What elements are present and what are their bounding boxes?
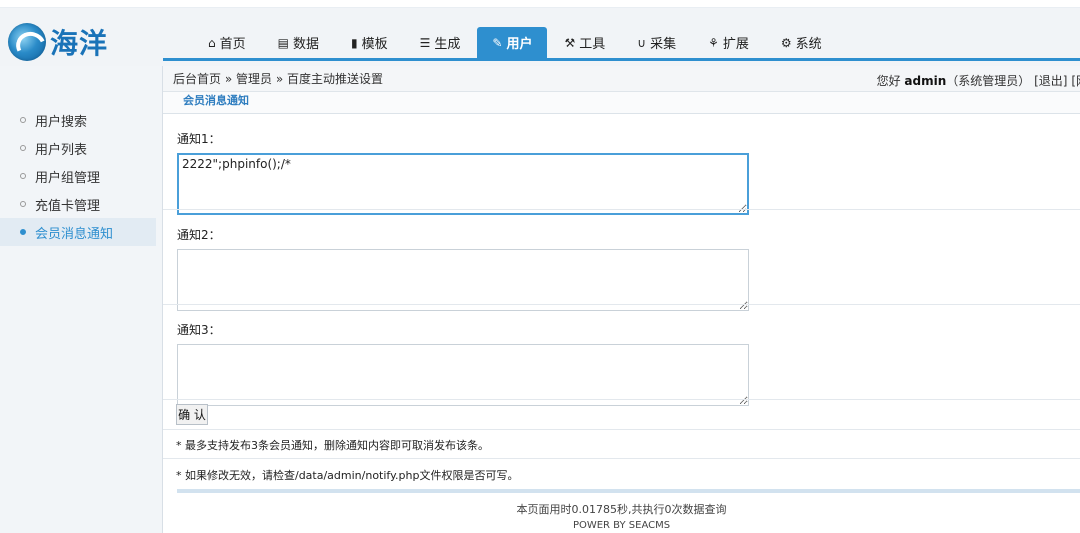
sidebar-item-label: 用户搜索 (35, 114, 88, 130)
logo[interactable]: 海洋 (8, 22, 108, 62)
notice1-textarea[interactable] (177, 153, 749, 215)
notice3-textarea[interactable] (177, 344, 749, 406)
top-nav: ⌂ 首页 ▤ 数据 ▮ 模板 ☰ 生成 ✎ 用户 ⚒ 工具 ∪ 采集 ⚘ 扩展 (193, 27, 839, 58)
logo-wave-icon (8, 23, 46, 61)
breadcrumb-bar: 后台首页 » 管理员 » 百度主动推送设置 您好 admin（系统管理员） [退… (163, 66, 1080, 92)
nav-extend[interactable]: ⚘ 扩展 (693, 27, 764, 58)
note-max-notices: * 最多支持发布3条会员通知，删除通知内容即可取消发布该条。 (176, 439, 489, 452)
sidebar-item-user-list[interactable]: 用户列表 (0, 134, 162, 162)
nav-home[interactable]: ⌂ 首页 (193, 27, 261, 58)
notice1-field: 通知1： (177, 130, 749, 215)
sidebar-item-user-search[interactable]: 用户搜索 (0, 106, 162, 134)
magnet-icon: ∪ (637, 35, 647, 50)
welcome-prefix: 您好 (876, 74, 905, 88)
nav-template[interactable]: ▮ 模板 (336, 27, 403, 58)
notice1-label: 通知1： (177, 132, 221, 146)
sidebar-item-label: 会员消息通知 (35, 226, 114, 242)
breadcrumb-admin[interactable]: 管理员 (236, 72, 272, 86)
logo-text: 海洋 (50, 27, 109, 60)
nav-label: 模板 (361, 37, 388, 52)
server-icon: ☰ (419, 35, 431, 50)
nav-user[interactable]: ✎ 用户 (477, 27, 548, 58)
bullet-icon (20, 117, 26, 123)
section-title: 会员消息通知 (183, 94, 249, 107)
divider (163, 304, 1080, 305)
sidebar-item-label: 用户组管理 (35, 170, 101, 186)
welcome-text: 您好 admin（系统管理员） [退出] [网 (877, 72, 1080, 89)
wrench-icon: ⚒ (564, 35, 576, 50)
footer-power: POWER BY SEACMS (572, 520, 671, 531)
section-header: 会员消息通知 (163, 92, 1080, 114)
nav-label: 扩展 (722, 37, 749, 52)
nav-label: 首页 (219, 37, 246, 52)
nav-label: 数据 (292, 37, 319, 52)
bullet-icon (20, 145, 26, 151)
confirm-button[interactable]: 确 认 (176, 404, 208, 425)
welcome-role: （系统管理员） (946, 74, 1031, 88)
footer-bar (177, 489, 1080, 493)
sitemap-icon: ⚘ (708, 35, 719, 50)
divider (163, 209, 1080, 210)
file-icon: ▮ (351, 35, 358, 50)
nav-label: 采集 (650, 37, 677, 52)
site-link[interactable]: [网 (1071, 74, 1080, 88)
gear-icon: ⚙ (780, 35, 792, 50)
bullet-icon (20, 173, 26, 179)
home-icon: ⌂ (208, 35, 216, 50)
main-content: 会员消息通知 通知1： 通知2： 通知3： 确 认 * 最多支持发布3条会员通知… (163, 92, 1080, 533)
divider (163, 429, 1080, 430)
sidebar: 用户搜索 用户列表 用户组管理 充值卡管理 会员消息通知 (0, 66, 163, 533)
book-icon: ▤ (277, 35, 289, 50)
notice3-label: 通知3： (177, 323, 221, 337)
nav-label: 工具 (579, 37, 606, 52)
notice3-field: 通知3： (177, 321, 749, 406)
notice2-label: 通知2： (177, 228, 221, 242)
bullet-icon (20, 229, 26, 235)
nav-label: 生成 (434, 37, 461, 52)
sidebar-item-recharge-card[interactable]: 充值卡管理 (0, 190, 162, 218)
edit-icon: ✎ (492, 35, 503, 50)
welcome-user: admin (904, 74, 947, 88)
sidebar-item-member-notify[interactable]: 会员消息通知 (0, 218, 156, 246)
nav-tools[interactable]: ⚒ 工具 (549, 27, 620, 58)
breadcrumb-current: 百度主动推送设置 (287, 72, 384, 86)
divider (163, 458, 1080, 459)
notice2-field: 通知2： (177, 226, 749, 311)
divider (163, 399, 1080, 400)
notice2-textarea[interactable] (177, 249, 749, 311)
bullet-icon (20, 201, 26, 207)
note-permission: * 如果修改无效，请检查/data/admin/notify.php文件权限是否… (176, 469, 519, 482)
logout-link[interactable]: [退出] (1034, 74, 1067, 88)
nav-label: 系统 (795, 37, 822, 52)
sidebar-item-label: 充值卡管理 (35, 198, 101, 214)
nav-generate[interactable]: ☰ 生成 (405, 27, 476, 58)
breadcrumb-home[interactable]: 后台首页 (173, 72, 221, 86)
nav-data[interactable]: ▤ 数据 (263, 27, 334, 58)
nav-collect[interactable]: ∪ 采集 (622, 27, 691, 58)
top-strip (0, 0, 1080, 8)
breadcrumb-sep: » (221, 72, 236, 86)
breadcrumb: 后台首页 » 管理员 » 百度主动推送设置 (163, 70, 383, 87)
sidebar-item-label: 用户列表 (35, 142, 88, 158)
breadcrumb-sep: » (272, 72, 287, 86)
nav-underline (163, 58, 1080, 61)
sidebar-item-user-group[interactable]: 用户组管理 (0, 162, 162, 190)
nav-label: 用户 (506, 37, 533, 52)
nav-system[interactable]: ⚙ 系统 (766, 27, 837, 58)
footer-timing: 本页面用时0.01785秒,共执行0次数据查询 (516, 503, 727, 516)
